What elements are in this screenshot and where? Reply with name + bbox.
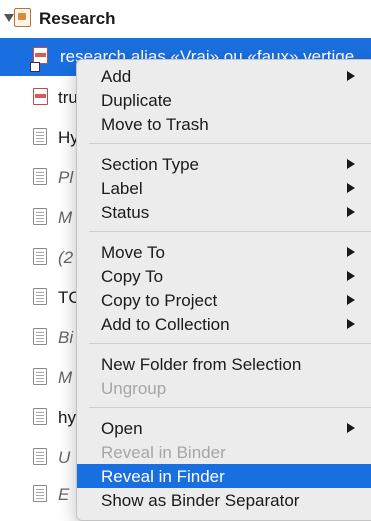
menu-item-copy-to[interactable]: Copy To: [77, 264, 371, 288]
menu-item-add[interactable]: Add: [77, 64, 371, 88]
menu-item-status[interactable]: Status: [77, 200, 371, 224]
submenu-arrow-icon: [347, 159, 355, 169]
menu-item-ungroup: Ungroup: [77, 376, 371, 400]
submenu-arrow-icon: [347, 423, 355, 433]
document-icon: [33, 448, 47, 465]
menu-item-open[interactable]: Open: [77, 416, 371, 440]
menu-separator: [89, 407, 371, 408]
submenu-arrow-icon: [347, 71, 355, 81]
menu-item-copy-to-project[interactable]: Copy to Project: [77, 288, 371, 312]
menu-item-move-to[interactable]: Move To: [77, 240, 371, 264]
menu-separator: [89, 231, 371, 232]
document-icon: [33, 328, 47, 345]
menu-item-reveal-in-finder[interactable]: Reveal in Finder: [77, 464, 371, 488]
submenu-arrow-icon: [347, 207, 355, 217]
submenu-arrow-icon: [347, 319, 355, 329]
menu-item-label: Add: [101, 67, 132, 86]
alias-arrow-icon: [30, 62, 40, 72]
menu-item-label: Add to Collection: [101, 315, 230, 334]
submenu-arrow-icon: [347, 271, 355, 281]
menu-item-label: Move to Trash: [101, 115, 209, 134]
menu-item-add-to-collection[interactable]: Add to Collection: [77, 312, 371, 336]
menu-item-new-folder-from-selection[interactable]: New Folder from Selection: [77, 352, 371, 376]
menu-item-label: Section Type: [101, 155, 199, 174]
pdf-file-icon: [33, 88, 48, 105]
binder-item-label: hy: [58, 408, 76, 427]
document-icon: [33, 248, 47, 265]
folder-title: Research: [39, 9, 116, 28]
menu-separator: [89, 343, 371, 344]
binder-item-label: Bi: [58, 328, 74, 347]
menu-item-reveal-in-binder: Reveal in Binder: [77, 440, 371, 464]
binder-item-label: (2: [58, 248, 74, 267]
menu-separator: [89, 143, 371, 144]
menu-item-section-type[interactable]: Section Type: [77, 152, 371, 176]
menu-item-label: Ungroup: [101, 379, 167, 398]
binder-item-label: E: [58, 485, 70, 504]
context-menu: Add Duplicate Move to Trash Section Type…: [76, 59, 371, 521]
menu-item-label: New Folder from Selection: [101, 355, 302, 374]
menu-item-label: Move To: [101, 243, 165, 262]
menu-item-label: Show as Binder Separator: [101, 491, 300, 510]
binder-item-label: U: [58, 448, 71, 467]
document-icon: [33, 368, 47, 385]
document-icon: [33, 288, 47, 305]
document-icon: [33, 168, 47, 185]
binder-item-label: tru: [58, 88, 78, 107]
submenu-arrow-icon: [347, 183, 355, 193]
research-folder-icon: [14, 8, 31, 27]
binder-item-label: M: [58, 368, 73, 387]
binder-item-label: M: [58, 208, 73, 227]
menu-item-label-submenu[interactable]: Label: [77, 176, 371, 200]
document-icon: [33, 408, 47, 425]
document-icon: [33, 208, 47, 225]
menu-item-show-as-binder-separator[interactable]: Show as Binder Separator: [77, 488, 371, 512]
menu-item-duplicate[interactable]: Duplicate: [77, 88, 371, 112]
menu-item-label: Reveal in Finder: [101, 467, 225, 486]
menu-item-move-to-trash[interactable]: Move to Trash: [77, 112, 371, 136]
menu-item-label: Open: [101, 419, 143, 438]
menu-item-label: Copy To: [101, 267, 164, 286]
submenu-arrow-icon: [347, 247, 355, 257]
binder-folder-row[interactable]: Research: [0, 0, 371, 38]
disclosure-triangle-icon[interactable]: [4, 14, 14, 22]
menu-item-label: Status: [101, 203, 150, 222]
document-icon: [33, 128, 47, 145]
menu-item-label: Copy to Project: [101, 291, 218, 310]
submenu-arrow-icon: [347, 295, 355, 305]
binder-item-label: Pl: [58, 168, 74, 187]
menu-item-label: Label: [101, 179, 143, 198]
menu-item-label: Reveal in Binder: [101, 443, 226, 462]
menu-item-label: Duplicate: [101, 91, 172, 110]
document-icon: [33, 485, 47, 502]
